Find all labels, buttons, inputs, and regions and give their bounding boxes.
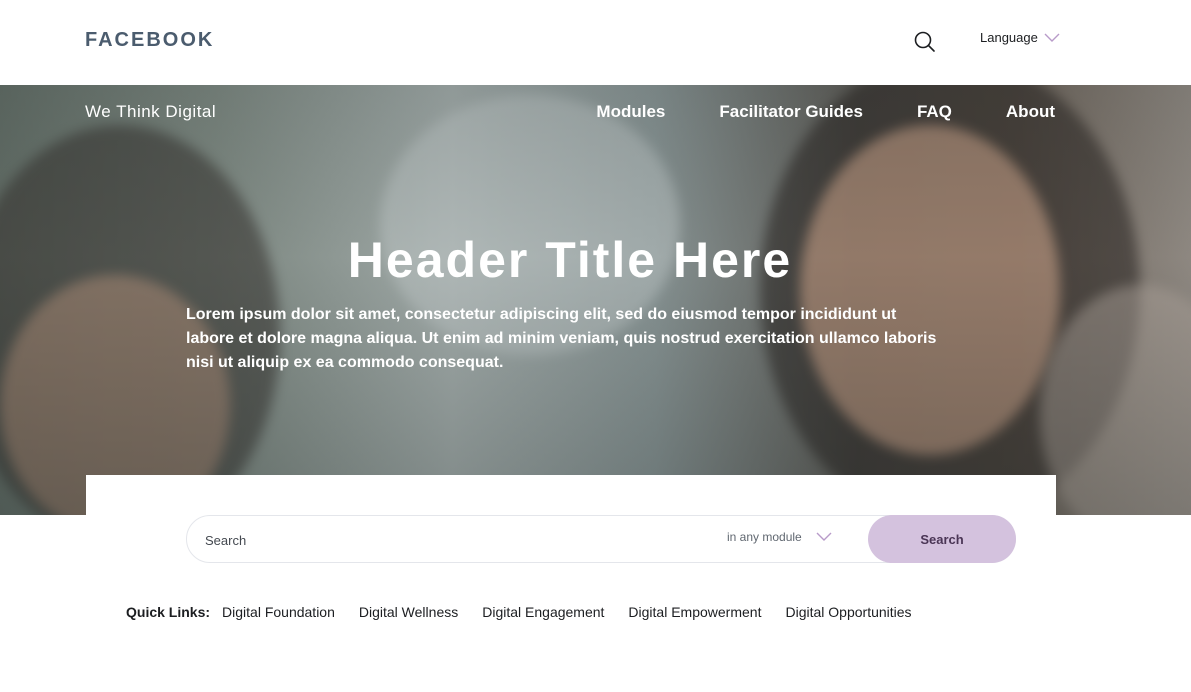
chevron-down-icon (816, 532, 832, 541)
quick-link-digital-wellness[interactable]: Digital Wellness (359, 604, 458, 620)
nav-faq[interactable]: FAQ (917, 102, 952, 122)
search-bar: in any module Search (186, 515, 1016, 563)
site-name[interactable]: We Think Digital (85, 102, 216, 122)
top-bar: FACEBOOK Language (0, 0, 1191, 85)
quick-link-digital-engagement[interactable]: Digital Engagement (482, 604, 604, 620)
main-nav: Modules Facilitator Guides FAQ About (542, 102, 1055, 122)
hero-banner: We Think Digital Modules Facilitator Gui… (0, 85, 1191, 515)
hero-description: Lorem ipsum dolor sit amet, consectetur … (186, 306, 937, 371)
language-selector[interactable]: Language (980, 30, 1060, 45)
module-scope-dropdown[interactable]: in any module (727, 530, 832, 544)
quick-links: Quick Links: Digital Foundation Digital … (126, 604, 936, 620)
search-input[interactable] (205, 528, 685, 552)
nav-about[interactable]: About (1006, 102, 1055, 122)
quick-link-digital-foundation[interactable]: Digital Foundation (222, 604, 335, 620)
quick-link-digital-opportunities[interactable]: Digital Opportunities (785, 604, 911, 620)
module-scope-label: in any module (727, 530, 802, 544)
quick-links-label: Quick Links: (126, 604, 211, 620)
nav-modules[interactable]: Modules (596, 102, 665, 122)
quick-link-digital-empowerment[interactable]: Digital Empowerment (628, 604, 761, 620)
search-button[interactable]: Search (868, 515, 1016, 563)
nav-facilitator-guides[interactable]: Facilitator Guides (719, 102, 863, 122)
hero-title: Header Title Here (347, 232, 793, 288)
chevron-down-icon (1044, 33, 1060, 42)
facebook-logo[interactable]: FACEBOOK (85, 29, 214, 52)
site-navigation: We Think Digital Modules Facilitator Gui… (0, 85, 1191, 139)
language-label: Language (980, 30, 1038, 45)
search-icon[interactable] (912, 29, 938, 55)
